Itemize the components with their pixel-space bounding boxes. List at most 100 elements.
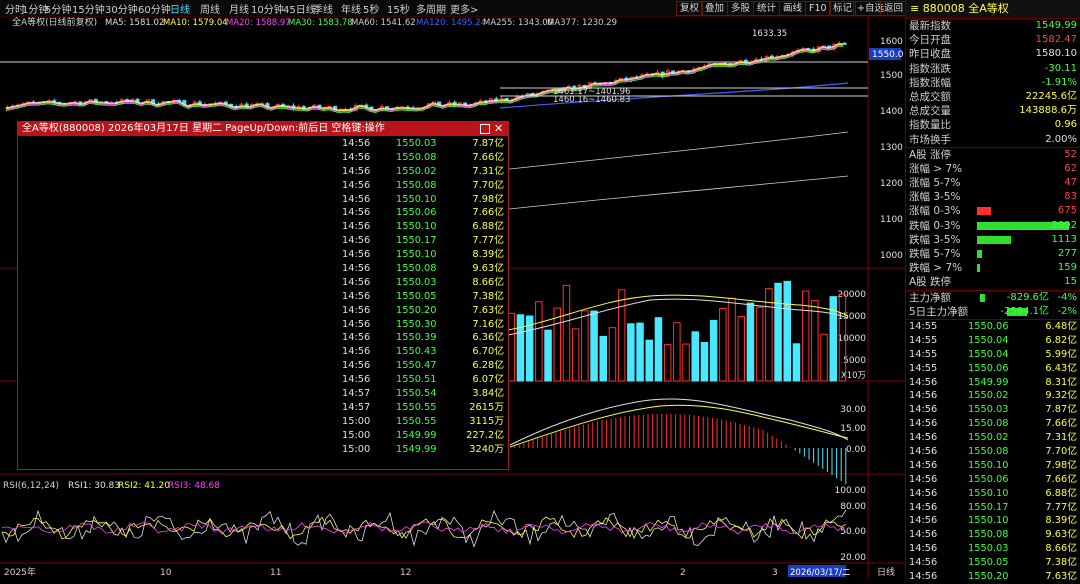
high-annotation: 1633.35 [752, 29, 787, 39]
timeframe-11[interactable]: 季线 [313, 1, 333, 16]
quote-panel: ≡ 880008 全A等权 最新指数 1549.99 今日开盘 1582.47 昨日收盘… [905, 0, 1080, 582]
tick-time: 14:56 [909, 557, 938, 569]
breadth-value: 1113 [1051, 233, 1077, 245]
tick-time: 15:00 [342, 429, 371, 441]
popup-title: 全A等权(880008) 2026年03月17日 星期二 PageUp/Down… [22, 123, 385, 134]
breadth-bar [977, 264, 980, 273]
flow-label: 5日主力净额 [909, 305, 969, 318]
popup-tick-row: 14:56 1550.03 8.66亿 [340, 276, 506, 290]
ma-label-3: MA30: 1583.78 [288, 18, 353, 28]
timeframe-5[interactable]: 60分钟 [138, 1, 171, 16]
panel-header[interactable]: ≡ 880008 全A等权 [906, 0, 1080, 19]
ma-label-7: MA377: 1230.29 [547, 18, 617, 28]
tick-amount: 7.87亿 [472, 138, 504, 149]
panel-tick-row: 14:56 1550.08 7.66亿 [906, 417, 1080, 431]
ma-label-4: MA60: 1541.62 [351, 18, 416, 28]
timeframe-15[interactable]: 多周期 [416, 1, 446, 16]
flow-row: 主力净额 -829.6亿 -4% [906, 291, 1080, 305]
timeframe-4[interactable]: 30分钟 [105, 1, 138, 16]
breadth-value: 62 [1064, 162, 1077, 174]
toolbar-button-5[interactable]: F10 [805, 1, 831, 16]
timeframe-16[interactable]: 更多> [450, 1, 478, 16]
toolbar-button-6[interactable]: 标记 [829, 1, 857, 16]
volume-bar [746, 302, 755, 382]
popup-titlebar[interactable]: 全A等权(880008) 2026年03月17日 星期二 PageUp/Down… [18, 122, 508, 136]
breadth-value: 15 [1064, 276, 1077, 288]
timeframe-10[interactable]: 45日线 [283, 1, 316, 16]
popup-tick-row: 14:56 1550.30 7.16亿 [340, 318, 506, 332]
stat-row: 市场换手 2.00% [906, 133, 1080, 147]
tick-amount: 7.63亿 [472, 304, 504, 316]
breadth-value: 675 [1057, 205, 1077, 217]
timeframe-13[interactable]: 5秒 [363, 1, 379, 16]
popup-tick-list[interactable]: 14:56 1550.03 7.87亿 14:56 1550.08 7.66亿 14:56 1… [340, 137, 506, 456]
timeframe-14[interactable]: 15秒 [387, 1, 410, 16]
breadth-row: 涨幅 3-5% 83 [906, 190, 1080, 204]
tick-amount: 7.31亿 [472, 165, 504, 177]
breadth-bar [977, 235, 1012, 244]
flow-label: 主力净额 [909, 291, 951, 304]
breadth-bar [977, 207, 991, 216]
volume-bar [636, 322, 644, 382]
date-label-2: 11 [270, 568, 281, 578]
toolbar-button-0[interactable]: 复权 [676, 1, 704, 16]
date-label-0: 2025年 [4, 566, 36, 578]
price-label-6: 1100 [880, 215, 903, 225]
close-icon[interactable]: ✕ [494, 122, 503, 136]
breadth-row: A股 跌停 15 [906, 275, 1080, 289]
tick-price: 1550.08 [396, 263, 437, 275]
panel-tick-row: 14:56 1550.02 9.32亿 [906, 389, 1080, 403]
tick-time: 14:55 [909, 334, 938, 346]
tick-amount: 6.07亿 [472, 374, 504, 386]
capital-flow: 主力净额 -829.6亿 -4% 5日主力净额 -2594.1亿 -2% [906, 289, 1080, 319]
stat-value: -1.91% [1041, 76, 1077, 88]
breadth-label: A股 涨停 [909, 148, 952, 161]
panel-tick-row: 14:55 1550.06 6.48亿 [906, 320, 1080, 334]
tick-time: 14:55 [909, 348, 938, 360]
tick-price: 1550.08 [396, 151, 437, 163]
timeframe-7[interactable]: 周线 [200, 1, 220, 16]
tick-price: 1550.43 [396, 346, 437, 358]
tick-time: 14:56 [342, 221, 371, 233]
timeframe-2[interactable]: 5分钟 [45, 1, 71, 16]
tick-time: 14:56 [909, 515, 938, 527]
maximize-icon[interactable] [480, 124, 490, 134]
popup-tick-row: 14:56 1550.02 7.31亿 [340, 165, 506, 179]
macd-axis-2: 0.00 [846, 445, 866, 455]
breadth-label: 涨幅 > 7% [909, 162, 963, 175]
stat-row: 最新指数 1549.99 [906, 19, 1080, 33]
tick-amount: 7.31亿 [1045, 432, 1077, 444]
toolbar-button-1[interactable]: 叠加 [701, 1, 729, 16]
date-label-1: 10 [160, 568, 172, 578]
timeframe-6[interactable]: 日线 [170, 1, 190, 16]
panel-tick-row: 14:56 1549.99 8.31亿 [906, 376, 1080, 390]
stat-value: 143888.6万 [1019, 105, 1077, 117]
ma-label-6: MA255: 1343.00 [483, 18, 553, 28]
macd-axis-0: 30.00 [840, 405, 866, 415]
tick-price: 1550.08 [968, 418, 1009, 430]
price-label-5: 1200 [880, 179, 903, 189]
tick-amount: 9.63亿 [472, 263, 504, 275]
tick-time: 14:56 [342, 346, 371, 358]
toolbar-button-8[interactable]: 返回 [880, 1, 908, 16]
toolbar-button-4[interactable]: 画线 [779, 1, 807, 16]
tick-time: 14:56 [342, 290, 371, 302]
tick-list[interactable]: 14:55 1550.06 6.48亿 14:55 1550.04 6.82亿 14:55 1… [906, 318, 1080, 584]
date-axis-right: 日线 [877, 566, 895, 578]
timeframe-3[interactable]: 15分钟 [72, 1, 105, 16]
timeframe-8[interactable]: 月线 [229, 1, 249, 16]
tick-time: 14:56 [909, 487, 938, 499]
tick-price: 1550.02 [968, 432, 1009, 444]
flow-value: -2594.1亿 [1000, 305, 1049, 317]
volume-axis-3: 5000 [843, 356, 866, 366]
toolbar-button-2[interactable]: 多股 [727, 1, 755, 16]
timeframe-12[interactable]: 年线 [341, 1, 361, 16]
tick-time: 14:56 [909, 543, 938, 555]
tick-time: 14:56 [909, 570, 938, 582]
tick-price: 1550.03 [396, 276, 437, 288]
panel-tick-row: 14:56 1550.03 7.87亿 [906, 403, 1080, 417]
tick-time: 14:56 [342, 235, 371, 247]
toolbar-button-3[interactable]: 统计 [753, 1, 781, 16]
tick-price: 1549.99 [396, 429, 437, 441]
timeframe-9[interactable]: 10分钟 [251, 1, 284, 16]
